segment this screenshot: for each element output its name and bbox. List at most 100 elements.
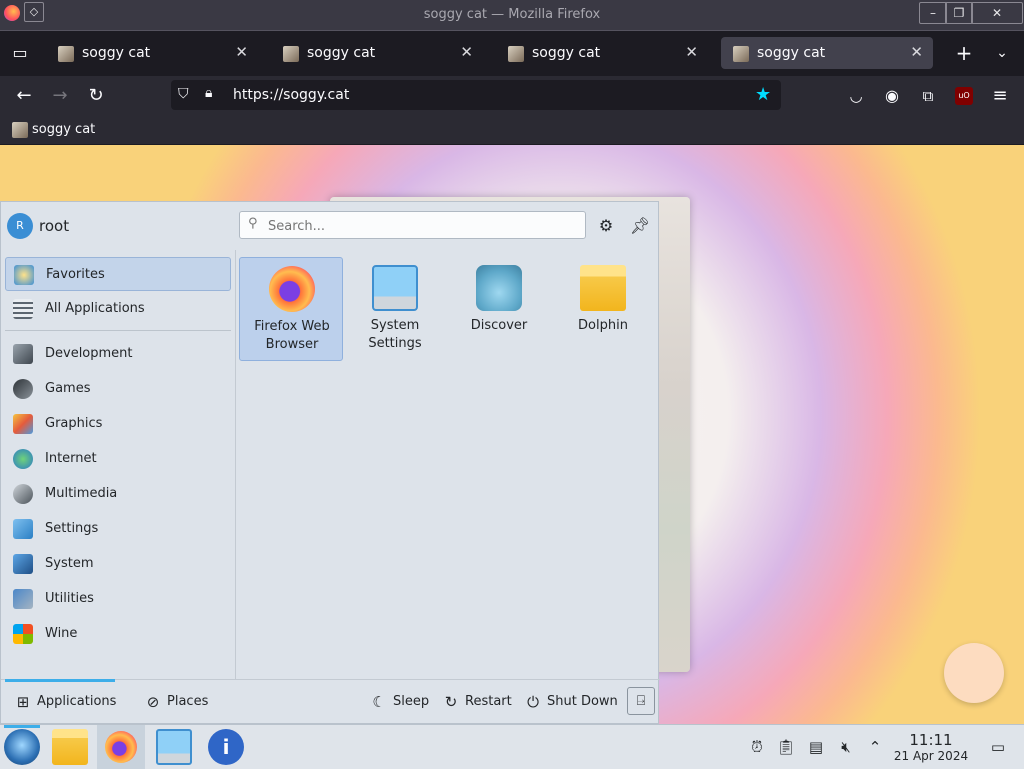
category-wine[interactable]: Wine bbox=[5, 617, 231, 651]
category-label: System bbox=[45, 556, 94, 571]
restart-label: Restart bbox=[465, 694, 512, 709]
close-tab-icon[interactable]: ✕ bbox=[235, 43, 248, 61]
tab[interactable]: soggy cat ✕ bbox=[271, 37, 483, 69]
firefox-task[interactable] bbox=[97, 725, 145, 769]
window-titlebar[interactable]: ◇ soggy cat — Mozilla Firefox – ❐ ✕ bbox=[0, 0, 1024, 31]
bookmarks-toolbar: soggy cat bbox=[0, 116, 1024, 145]
close-window-button[interactable]: ✕ bbox=[971, 2, 1023, 24]
category-development[interactable]: Development bbox=[5, 337, 231, 371]
ublock-origin-icon[interactable]: uO bbox=[955, 87, 973, 105]
restart-icon: ↻ bbox=[444, 693, 458, 711]
category-label: Multimedia bbox=[45, 486, 118, 501]
back-button[interactable]: ← bbox=[12, 84, 36, 108]
tab-label: soggy cat bbox=[532, 45, 601, 61]
avatar[interactable]: R bbox=[7, 213, 33, 239]
configure-icon[interactable]: ⚙ bbox=[595, 215, 617, 237]
category-separator bbox=[5, 330, 231, 331]
url-text[interactable]: https://soggy.cat bbox=[233, 87, 349, 103]
reload-button[interactable]: ↻ bbox=[84, 84, 108, 108]
app-label: System Settings bbox=[368, 318, 422, 351]
grid-icon bbox=[13, 299, 33, 319]
system-settings-icon[interactable] bbox=[156, 729, 192, 765]
power-icon: ⏻ bbox=[527, 693, 539, 711]
grid-icon: ⊞ bbox=[16, 693, 30, 711]
menu-icon[interactable]: ≡ bbox=[988, 84, 1012, 108]
restart-button[interactable]: ↻ Restart bbox=[441, 688, 512, 716]
pocket-icon[interactable]: ◡ bbox=[844, 84, 868, 108]
notifications-icon[interactable]: ⏰︎ bbox=[747, 737, 767, 757]
close-tab-icon[interactable]: ✕ bbox=[685, 43, 698, 61]
bookmark-item[interactable]: soggy cat bbox=[10, 120, 110, 140]
cat-favicon-icon bbox=[12, 122, 28, 138]
lock-icon[interactable]: 🔒︎ bbox=[205, 85, 212, 101]
firefox-icon bbox=[105, 731, 137, 763]
search-input[interactable] bbox=[266, 215, 570, 237]
url-bar[interactable]: ⛉ 🔒︎ https://soggy.cat ★ bbox=[171, 80, 781, 110]
category-favorites[interactable]: Favorites bbox=[5, 257, 231, 291]
firefox-icon bbox=[269, 266, 315, 312]
list-all-tabs-icon[interactable]: ⌄ bbox=[990, 41, 1014, 65]
category-graphics[interactable]: Graphics bbox=[5, 407, 231, 441]
device-notifier-icon[interactable]: ▤ bbox=[806, 737, 826, 757]
windows-logo-icon bbox=[13, 624, 33, 644]
clipboard-icon[interactable]: 📋︎ bbox=[776, 737, 796, 757]
extensions-icon[interactable]: ⧉ bbox=[916, 84, 940, 108]
user-name: root bbox=[39, 217, 70, 235]
category-label: Graphics bbox=[45, 416, 103, 431]
bookmark-star-icon[interactable]: ★ bbox=[755, 84, 771, 105]
start-menu-icon[interactable] bbox=[4, 729, 40, 765]
new-tab-button[interactable]: + bbox=[952, 41, 976, 65]
games-icon bbox=[13, 379, 33, 399]
volume-muted-icon[interactable]: 🔇︎ bbox=[836, 737, 856, 757]
tab-active[interactable]: soggy cat ✕ bbox=[721, 37, 933, 69]
category-label: Utilities bbox=[45, 591, 94, 606]
leave-button[interactable]: ⍈ bbox=[627, 687, 655, 715]
shutdown-button[interactable]: ⏻ Shut Down bbox=[523, 688, 618, 716]
applications-tab[interactable]: ⊞ Applications bbox=[13, 688, 117, 716]
tab[interactable]: soggy cat ✕ bbox=[46, 37, 258, 69]
category-all-applications[interactable]: All Applications bbox=[5, 292, 231, 326]
category-games[interactable]: Games bbox=[5, 372, 231, 406]
sleep-button[interactable]: ☾ Sleep bbox=[369, 688, 429, 716]
category-multimedia[interactable]: Multimedia bbox=[5, 477, 231, 511]
show-desktop-icon[interactable]: ▭ bbox=[988, 737, 1008, 757]
minimize-button[interactable]: – bbox=[919, 2, 947, 24]
category-label: Settings bbox=[45, 521, 99, 536]
forward-button[interactable]: → bbox=[48, 84, 72, 108]
chevron-up-icon[interactable]: ⌃ bbox=[865, 737, 885, 757]
close-tab-icon[interactable]: ✕ bbox=[460, 43, 473, 61]
clock-date: 21 Apr 2024 bbox=[893, 749, 969, 763]
tab[interactable]: soggy cat ✕ bbox=[496, 37, 708, 69]
divider bbox=[235, 250, 236, 680]
app-discover[interactable]: Discover bbox=[447, 257, 551, 361]
app-system-settings[interactable]: System Settings bbox=[343, 257, 447, 361]
shield-icon[interactable]: ⛉ bbox=[178, 86, 189, 102]
maximize-button[interactable]: ❐ bbox=[945, 2, 973, 24]
account-icon[interactable]: ◉ bbox=[880, 84, 904, 108]
pin-icon[interactable]: 📌︎ bbox=[629, 215, 651, 237]
compass-icon: ⊘ bbox=[146, 693, 160, 711]
tab-overview-icon[interactable]: ▭ bbox=[8, 41, 32, 65]
info-center-icon[interactable]: i bbox=[208, 729, 244, 765]
dolphin-folder-icon[interactable] bbox=[52, 729, 88, 765]
cat-favicon-icon bbox=[283, 46, 299, 62]
search-field[interactable]: ⚲ bbox=[239, 211, 586, 239]
graphics-icon bbox=[13, 414, 33, 434]
category-settings[interactable]: Settings bbox=[5, 512, 231, 546]
category-label: Development bbox=[45, 346, 133, 361]
active-tab-indicator bbox=[5, 679, 115, 682]
dolphin-folder-icon bbox=[580, 265, 626, 311]
category-utilities[interactable]: Utilities bbox=[5, 582, 231, 616]
places-tab[interactable]: ⊘ Places bbox=[143, 688, 213, 716]
tab-label: soggy cat bbox=[757, 45, 826, 61]
floating-action-button[interactable] bbox=[944, 643, 1004, 703]
close-tab-icon[interactable]: ✕ bbox=[910, 43, 923, 61]
category-system[interactable]: System bbox=[5, 547, 231, 581]
clock[interactable]: 11:11 21 Apr 2024 bbox=[890, 731, 972, 765]
sleep-icon: ☾ bbox=[372, 693, 386, 711]
cat-favicon-icon bbox=[58, 46, 74, 62]
app-label: Discover bbox=[470, 318, 528, 333]
app-firefox[interactable]: Firefox Web Browser bbox=[239, 257, 343, 361]
app-dolphin[interactable]: Dolphin bbox=[551, 257, 655, 361]
category-internet[interactable]: Internet bbox=[5, 442, 231, 476]
